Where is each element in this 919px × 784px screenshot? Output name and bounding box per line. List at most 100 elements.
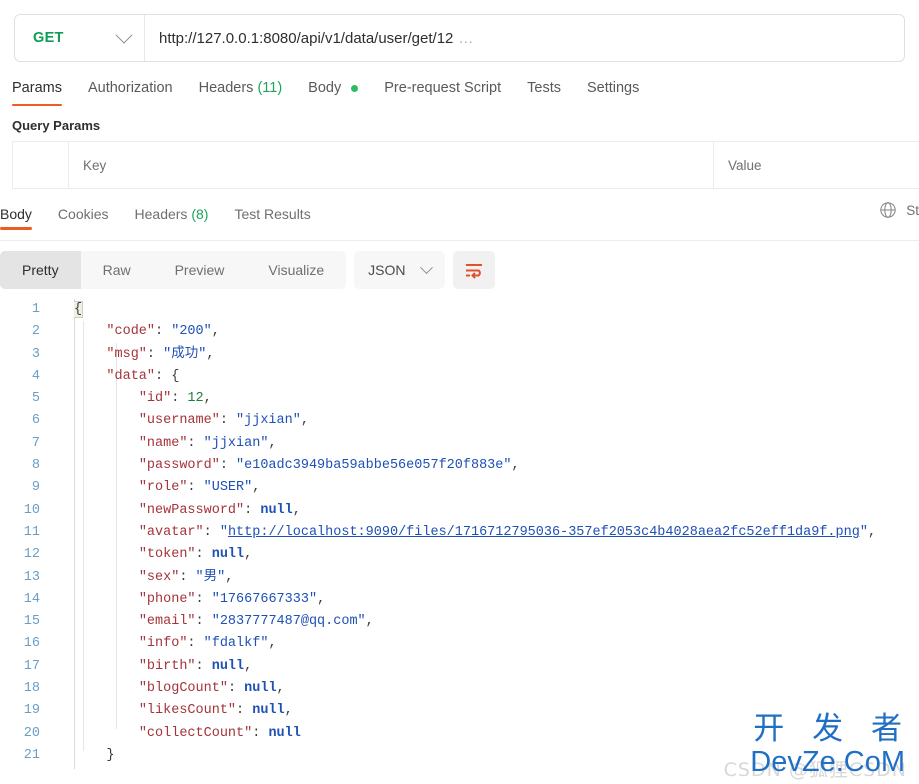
response-tab-cookies[interactable]: Cookies bbox=[58, 206, 109, 234]
tab-settings-label: Settings bbox=[587, 80, 639, 96]
code-token: null bbox=[244, 681, 276, 696]
fold-gutter[interactable] bbox=[52, 678, 74, 700]
fold-gutter[interactable] bbox=[52, 477, 74, 499]
fold-gutter[interactable] bbox=[52, 299, 74, 321]
tab-tests[interactable]: Tests bbox=[527, 80, 561, 106]
code-token: "password" bbox=[139, 458, 220, 473]
code-token: , bbox=[268, 436, 276, 451]
fold-gutter[interactable] bbox=[52, 410, 74, 432]
body-indicator-dot-icon bbox=[351, 85, 358, 92]
code-line-text: "newPassword": null, bbox=[74, 500, 919, 522]
code-token: , bbox=[277, 681, 285, 696]
code-token: : bbox=[252, 726, 268, 741]
fold-gutter[interactable] bbox=[52, 611, 74, 633]
fold-gutter[interactable] bbox=[52, 321, 74, 343]
url-input[interactable]: http://127.0.0.1:8080/api/v1/data/user/g… bbox=[145, 15, 904, 61]
fold-gutter[interactable] bbox=[52, 433, 74, 455]
response-tab-headers[interactable]: Headers (8) bbox=[135, 206, 209, 234]
url-bar-region: GET http://127.0.0.1:8080/api/v1/data/us… bbox=[0, 0, 919, 62]
response-format-selector[interactable]: JSON bbox=[354, 251, 444, 289]
code-line-text: "code": "200", bbox=[74, 321, 919, 343]
tab-body[interactable]: Body bbox=[308, 80, 358, 106]
response-body-code[interactable]: 1{2 "code": "200",3 "msg": "成功",4 "data"… bbox=[0, 299, 919, 769]
code-line: 19 "likesCount": null, bbox=[0, 700, 919, 722]
fold-gutter[interactable] bbox=[52, 366, 74, 388]
code-token: null bbox=[212, 547, 244, 562]
code-link[interactable]: http://localhost:9090/files/171671279503… bbox=[228, 525, 860, 540]
code-line: 12 "token": null, bbox=[0, 544, 919, 566]
code-token: "fdalkf" bbox=[204, 636, 269, 651]
tab-headers-count: (11) bbox=[257, 80, 282, 96]
fold-gutter[interactable] bbox=[52, 656, 74, 678]
tab-params-label: Params bbox=[12, 80, 62, 96]
code-token: : bbox=[196, 547, 212, 562]
tab-authorization-label: Authorization bbox=[88, 80, 173, 96]
response-tab-test-results[interactable]: Test Results bbox=[234, 206, 310, 234]
response-tab-test-results-label: Test Results bbox=[234, 206, 310, 222]
fold-gutter[interactable] bbox=[52, 589, 74, 611]
line-number: 19 bbox=[0, 700, 52, 722]
line-number: 21 bbox=[0, 745, 52, 767]
tab-headers[interactable]: Headers (11) bbox=[199, 80, 283, 106]
view-mode-visualize[interactable]: Visualize bbox=[246, 251, 346, 289]
fold-gutter[interactable] bbox=[52, 500, 74, 522]
response-tab-body[interactable]: Body bbox=[0, 206, 32, 234]
code-token: 12 bbox=[187, 391, 203, 406]
line-number: 12 bbox=[0, 544, 52, 566]
response-tab-cookies-label: Cookies bbox=[58, 206, 109, 222]
fold-gutter[interactable] bbox=[52, 544, 74, 566]
line-number: 9 bbox=[0, 477, 52, 499]
code-token: "sex" bbox=[139, 570, 180, 585]
view-mode-raw-label: Raw bbox=[103, 262, 131, 278]
line-number: 15 bbox=[0, 611, 52, 633]
view-mode-raw[interactable]: Raw bbox=[81, 251, 153, 289]
code-line: 17 "birth": null, bbox=[0, 656, 919, 678]
code-token: "成功" bbox=[163, 347, 206, 362]
view-mode-pretty[interactable]: Pretty bbox=[0, 251, 81, 289]
response-tab-headers-count: (8) bbox=[191, 206, 208, 222]
line-number: 7 bbox=[0, 433, 52, 455]
code-token: : bbox=[196, 592, 212, 607]
fold-gutter[interactable] bbox=[52, 567, 74, 589]
code-line: 13 "sex": "男", bbox=[0, 567, 919, 589]
line-number: 10 bbox=[0, 500, 52, 522]
line-number: 14 bbox=[0, 589, 52, 611]
view-mode-preview-label: Preview bbox=[175, 262, 225, 278]
code-token: , bbox=[252, 480, 260, 495]
fold-gutter[interactable] bbox=[52, 522, 74, 544]
fold-gutter[interactable] bbox=[52, 745, 74, 767]
tab-params[interactable]: Params bbox=[12, 80, 62, 106]
code-token: , bbox=[366, 614, 374, 629]
tab-settings[interactable]: Settings bbox=[587, 80, 639, 106]
code-line-text: "username": "jjxian", bbox=[74, 410, 919, 432]
http-method-selector[interactable]: GET bbox=[15, 15, 145, 61]
code-line: 9 "role": "USER", bbox=[0, 477, 919, 499]
tab-pre-request-script[interactable]: Pre-request Script bbox=[384, 80, 501, 106]
fold-gutter[interactable] bbox=[52, 455, 74, 477]
fold-gutter[interactable] bbox=[52, 723, 74, 745]
tab-headers-label: Headers bbox=[199, 80, 254, 96]
code-line: 3 "msg": "成功", bbox=[0, 344, 919, 366]
fold-gutter[interactable] bbox=[52, 344, 74, 366]
view-mode-preview[interactable]: Preview bbox=[153, 251, 247, 289]
line-number: 17 bbox=[0, 656, 52, 678]
code-token: "name" bbox=[139, 436, 188, 451]
tab-authorization[interactable]: Authorization bbox=[88, 80, 173, 106]
fold-gutter[interactable] bbox=[52, 388, 74, 410]
globe-icon bbox=[879, 201, 897, 219]
code-line: 20 "collectCount": null bbox=[0, 723, 919, 745]
code-token: , bbox=[268, 636, 276, 651]
code-token: , bbox=[293, 503, 301, 518]
fold-gutter[interactable] bbox=[52, 633, 74, 655]
query-params-table: Key Value bbox=[12, 141, 919, 189]
code-token: : bbox=[179, 570, 195, 585]
line-number: 18 bbox=[0, 678, 52, 700]
wrap-lines-button[interactable] bbox=[453, 251, 495, 289]
code-token: null bbox=[260, 503, 292, 518]
params-checkbox-column[interactable] bbox=[13, 142, 69, 188]
wrap-lines-icon bbox=[464, 262, 484, 279]
url-truncation-ellipsis: … bbox=[458, 30, 473, 47]
fold-gutter[interactable] bbox=[52, 700, 74, 722]
status-badge: St bbox=[906, 203, 919, 218]
code-token: : bbox=[204, 525, 220, 540]
